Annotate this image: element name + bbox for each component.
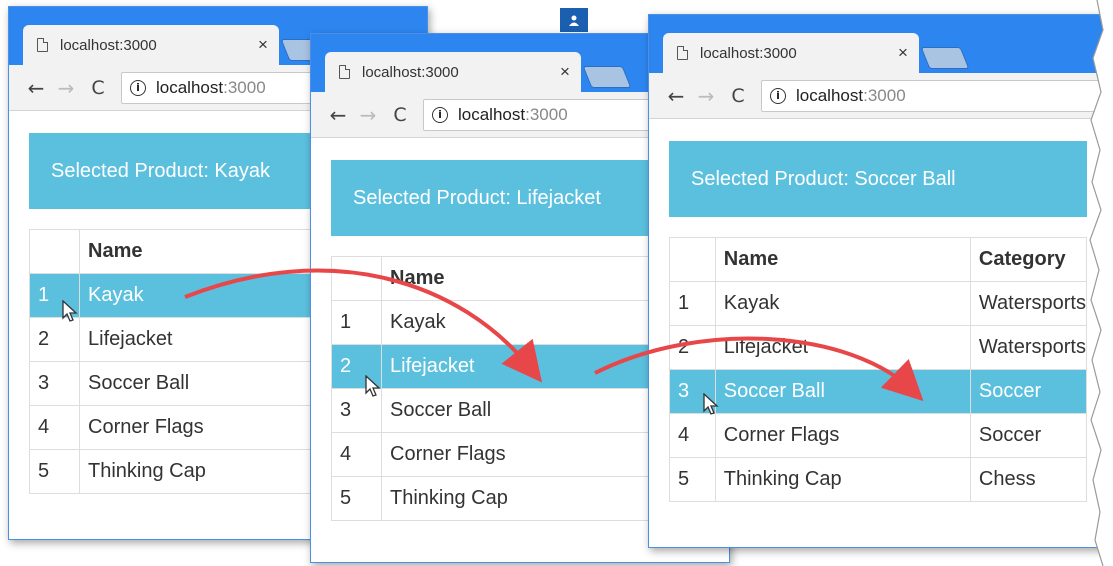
table-row[interactable]: 3 Soccer Ball Soccer xyxy=(669,369,1088,414)
row-index: 5 xyxy=(669,457,716,502)
url-input[interactable]: i localhost:3000 xyxy=(761,79,1107,112)
back-icon[interactable]: ← xyxy=(21,76,51,100)
browser-tab[interactable]: localhost:3000 × xyxy=(663,33,919,73)
name-header: Name xyxy=(714,237,971,282)
table-row[interactable]: 4 Corner Flags Soccer xyxy=(669,413,1088,458)
row-name[interactable]: Corner Flags xyxy=(714,413,971,458)
new-tab-button[interactable] xyxy=(920,47,970,69)
table-header-row: Name xyxy=(331,256,664,301)
user-profile-icon[interactable] xyxy=(560,8,588,32)
close-tab-icon[interactable]: × xyxy=(891,43,915,63)
table-row[interactable]: 4 Corner Flags xyxy=(331,432,664,477)
table-row[interactable]: 5 Thinking Cap Chess xyxy=(669,457,1088,502)
page-icon xyxy=(339,65,350,79)
row-name[interactable]: Lifejacket xyxy=(381,344,664,389)
name-header: Name xyxy=(381,256,664,301)
close-tab-icon[interactable]: × xyxy=(553,62,577,82)
category-header: Category xyxy=(969,237,1088,282)
close-tab-icon[interactable]: × xyxy=(251,35,275,55)
tab-strip: localhost:3000 × xyxy=(649,15,1107,73)
forward-icon[interactable]: → xyxy=(353,103,383,127)
back-icon[interactable]: ← xyxy=(323,103,353,127)
table-row[interactable]: 1 Kayak Watersports xyxy=(669,281,1088,326)
row-name[interactable]: Corner Flags xyxy=(381,432,664,477)
index-header xyxy=(29,229,80,274)
tab-title: localhost:3000 xyxy=(60,36,157,54)
reload-icon[interactable]: C xyxy=(723,85,753,107)
row-index: 4 xyxy=(331,432,382,477)
url-host: localhost xyxy=(156,77,224,97)
mouse-pointer-icon xyxy=(703,393,719,415)
url-port: :3000 xyxy=(863,85,906,105)
reload-icon[interactable]: C xyxy=(385,104,415,126)
row-index: 4 xyxy=(29,405,80,450)
row-index: 2 xyxy=(29,317,80,362)
row-name[interactable]: Soccer Ball xyxy=(381,388,664,433)
forward-icon[interactable]: → xyxy=(691,84,721,108)
row-category: Watersports xyxy=(969,281,1088,326)
row-name[interactable]: Lifejacket xyxy=(714,325,971,370)
url-host: localhost xyxy=(458,104,526,124)
mouse-pointer-icon xyxy=(62,300,78,322)
row-category: Soccer xyxy=(969,413,1088,458)
forward-icon[interactable]: → xyxy=(51,76,81,100)
browser-tab[interactable]: localhost:3000 × xyxy=(23,25,279,65)
browser-tab[interactable]: localhost:3000 × xyxy=(325,52,581,92)
row-index: 1 xyxy=(331,300,382,345)
page-icon xyxy=(677,46,688,60)
index-header xyxy=(669,237,716,282)
products-table: Name Category 1 Kayak Watersports 2 Lifejac… xyxy=(669,237,1088,502)
row-name[interactable]: Thinking Cap xyxy=(714,457,971,502)
mouse-pointer-icon xyxy=(365,375,381,397)
table-row[interactable]: 2 Lifejacket Watersports xyxy=(669,325,1088,370)
browser-window-3: localhost:3000 × ← → C i localhost:3000 … xyxy=(648,14,1108,548)
row-index: 2 xyxy=(669,325,716,370)
page-icon xyxy=(37,38,48,52)
table-header-row: Name Category xyxy=(669,237,1088,282)
table-row[interactable]: 1 Kayak xyxy=(331,300,664,345)
row-category: Soccer xyxy=(969,369,1088,414)
info-icon[interactable]: i xyxy=(770,87,786,104)
index-header xyxy=(331,256,382,301)
row-name[interactable]: Kayak xyxy=(714,281,971,326)
page-content: Selected Product: Soccer Ball Name Categ… xyxy=(649,119,1107,502)
back-icon[interactable]: ← xyxy=(661,84,691,108)
row-category: Chess xyxy=(969,457,1088,502)
url-host: localhost xyxy=(796,85,864,105)
table-row[interactable]: 5 Thinking Cap xyxy=(331,476,664,521)
row-name[interactable]: Soccer Ball xyxy=(714,369,971,414)
address-bar: ← → C i localhost:3000 xyxy=(649,73,1107,119)
row-index: 1 xyxy=(669,281,716,326)
row-index: 5 xyxy=(331,476,382,521)
row-index: 5 xyxy=(29,449,80,494)
selected-product-banner: Selected Product: Soccer Ball xyxy=(669,141,1087,217)
info-icon[interactable]: i xyxy=(130,79,146,96)
new-tab-button[interactable] xyxy=(582,66,632,88)
row-category: Watersports xyxy=(969,325,1088,370)
info-icon[interactable]: i xyxy=(432,106,448,123)
row-name[interactable]: Thinking Cap xyxy=(381,476,664,521)
url-port: :3000 xyxy=(525,104,568,124)
row-index: 4 xyxy=(669,413,716,458)
row-index: 3 xyxy=(29,361,80,406)
tab-title: localhost:3000 xyxy=(700,44,797,62)
tab-title: localhost:3000 xyxy=(362,63,459,81)
url-port: :3000 xyxy=(223,77,266,97)
reload-icon[interactable]: C xyxy=(83,77,113,99)
minimize-icon[interactable] xyxy=(622,18,636,20)
row-name[interactable]: Kayak xyxy=(381,300,664,345)
